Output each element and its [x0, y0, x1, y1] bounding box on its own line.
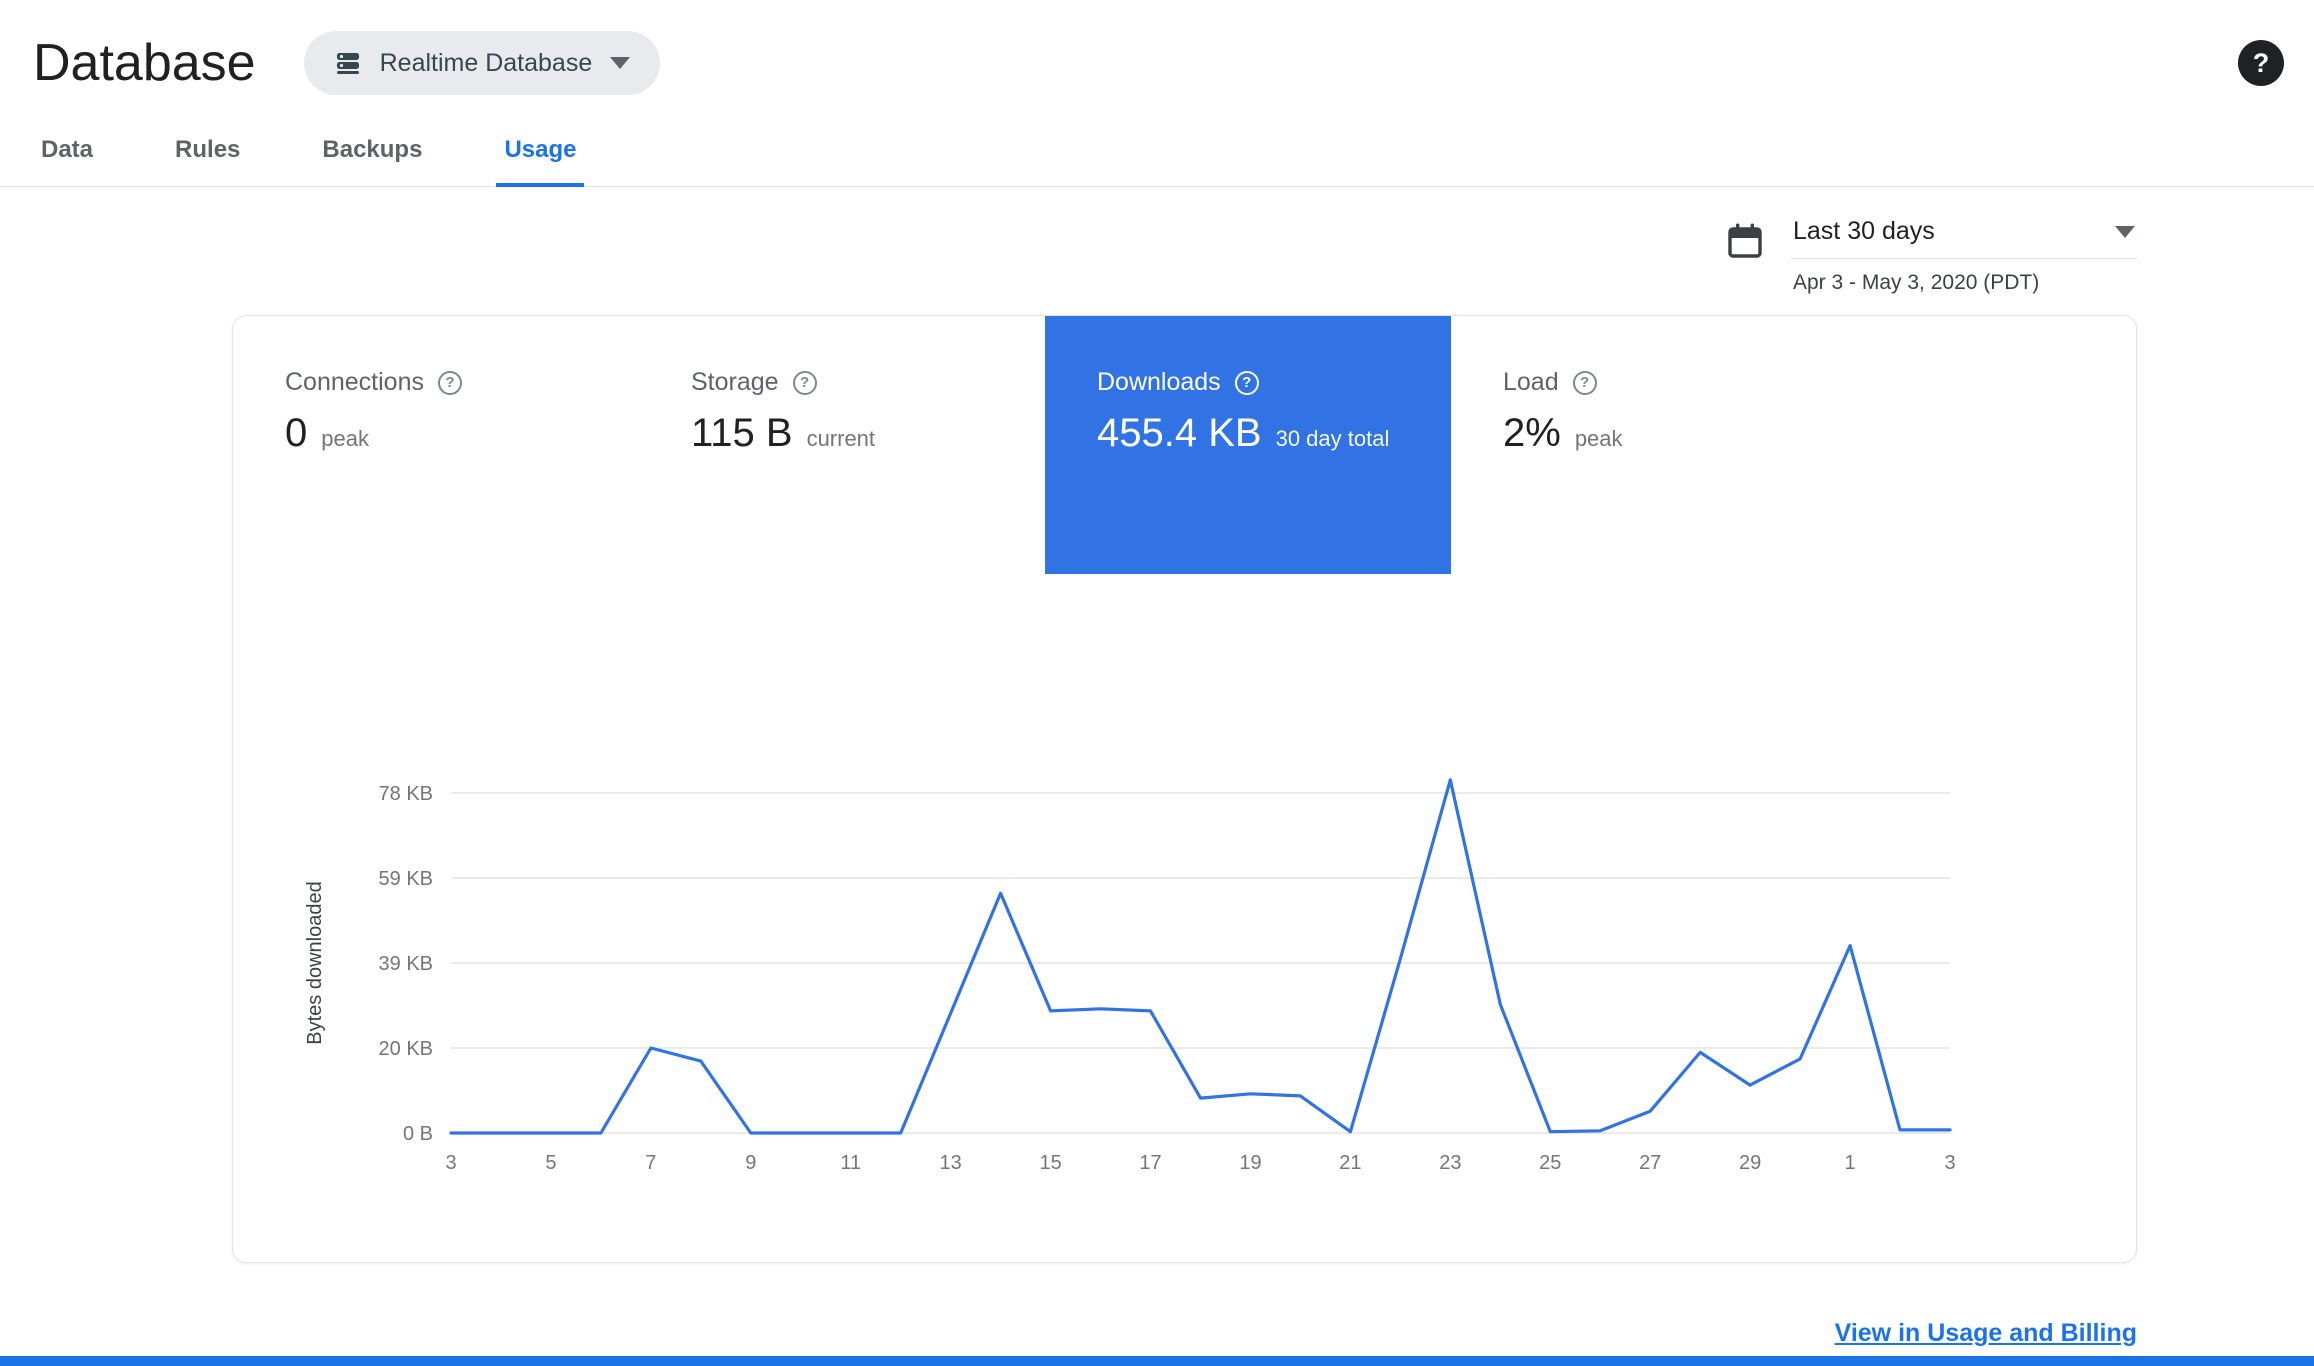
svg-text:3: 3	[1944, 1152, 1955, 1174]
svg-text:3: 3	[445, 1152, 456, 1174]
tab-bar: Data Rules Backups Usage	[0, 122, 2314, 187]
svg-text:Bytes downloaded: Bytes downloaded	[304, 881, 326, 1044]
tab-data[interactable]: Data	[33, 122, 101, 186]
date-range-subtitle: Apr 3 - May 3, 2020 (PDT)	[1793, 271, 2040, 294]
metric-tabs: Connections ? 0 peak Storage ? 115 B cur…	[233, 316, 2136, 574]
svg-text:7: 7	[645, 1152, 656, 1174]
metric-value: 455.4 KB	[1097, 411, 1262, 455]
metric-suffix: 30 day total	[1275, 426, 1390, 451]
tab-usage[interactable]: Usage	[496, 122, 585, 187]
metric-label: Downloads	[1097, 368, 1221, 396]
help-icon[interactable]: ?	[1234, 370, 1259, 395]
help-icon[interactable]: ?	[1572, 370, 1597, 395]
metric-value: 115 B	[691, 411, 793, 455]
help-icon[interactable]: ?	[792, 370, 817, 395]
usage-card: Connections ? 0 peak Storage ? 115 B cur…	[232, 315, 2137, 1263]
footer-accent-bar	[0, 1356, 2314, 1366]
metric-label: Load	[1503, 368, 1559, 396]
page-title: Database	[33, 34, 256, 92]
svg-text:27: 27	[1639, 1152, 1661, 1174]
date-range-row: Last 30 days Apr 3 - May 3, 2020 (PDT)	[0, 215, 2314, 295]
svg-text:15: 15	[1039, 1152, 1061, 1174]
metric-value: 0	[285, 411, 308, 455]
database-selector-label: Realtime Database	[379, 48, 593, 77]
svg-text:39 KB: 39 KB	[379, 953, 433, 975]
metric-value: 2%	[1503, 411, 1561, 455]
svg-text:17: 17	[1139, 1152, 1161, 1174]
help-icon[interactable]: ?	[437, 370, 462, 395]
metric-label: Connections	[285, 368, 424, 396]
svg-text:0 B: 0 B	[403, 1123, 433, 1145]
svg-text:29: 29	[1739, 1152, 1761, 1174]
link-row: View in Usage and Billing	[0, 1319, 2314, 1348]
svg-text:59 KB: 59 KB	[379, 868, 433, 890]
svg-text:20 KB: 20 KB	[379, 1038, 433, 1060]
svg-text:9: 9	[745, 1152, 756, 1174]
svg-text:21: 21	[1339, 1152, 1361, 1174]
view-usage-and-billing-link[interactable]: View in Usage and Billing	[1835, 1319, 2137, 1347]
help-icon: ?	[2252, 47, 2270, 78]
chevron-down-icon	[610, 57, 631, 69]
svg-text:19: 19	[1239, 1152, 1261, 1174]
tab-rules[interactable]: Rules	[167, 122, 248, 186]
svg-text:13: 13	[940, 1152, 962, 1174]
chevron-down-icon	[2115, 225, 2135, 238]
help-button[interactable]: ?	[2238, 40, 2284, 86]
metric-suffix: current	[806, 426, 876, 451]
calendar-icon	[1725, 221, 1765, 266]
metric-label: Storage	[691, 368, 779, 396]
page-header: Database Realtime Database ?	[0, 0, 2314, 104]
svg-text:5: 5	[545, 1152, 556, 1174]
metric-load[interactable]: Load ? 2% peak	[1451, 316, 1857, 574]
svg-text:23: 23	[1439, 1152, 1461, 1174]
date-range-label: Last 30 days	[1793, 217, 1935, 245]
svg-text:1: 1	[1845, 1152, 1856, 1174]
date-range-selector[interactable]: Last 30 days Apr 3 - May 3, 2020 (PDT)	[1791, 215, 2137, 295]
metric-storage[interactable]: Storage ? 115 B current	[639, 316, 1045, 574]
svg-text:78 KB: 78 KB	[379, 783, 433, 805]
database-selector[interactable]: Realtime Database	[303, 31, 661, 95]
metric-suffix: peak	[321, 426, 369, 451]
database-icon	[334, 49, 362, 77]
metric-connections[interactable]: Connections ? 0 peak	[233, 316, 639, 574]
svg-text:25: 25	[1539, 1152, 1561, 1174]
metric-downloads[interactable]: Downloads ? 455.4 KB 30 day total	[1045, 316, 1451, 574]
tab-backups[interactable]: Backups	[314, 122, 430, 186]
metric-suffix: peak	[1574, 426, 1623, 451]
svg-text:11: 11	[840, 1152, 861, 1174]
